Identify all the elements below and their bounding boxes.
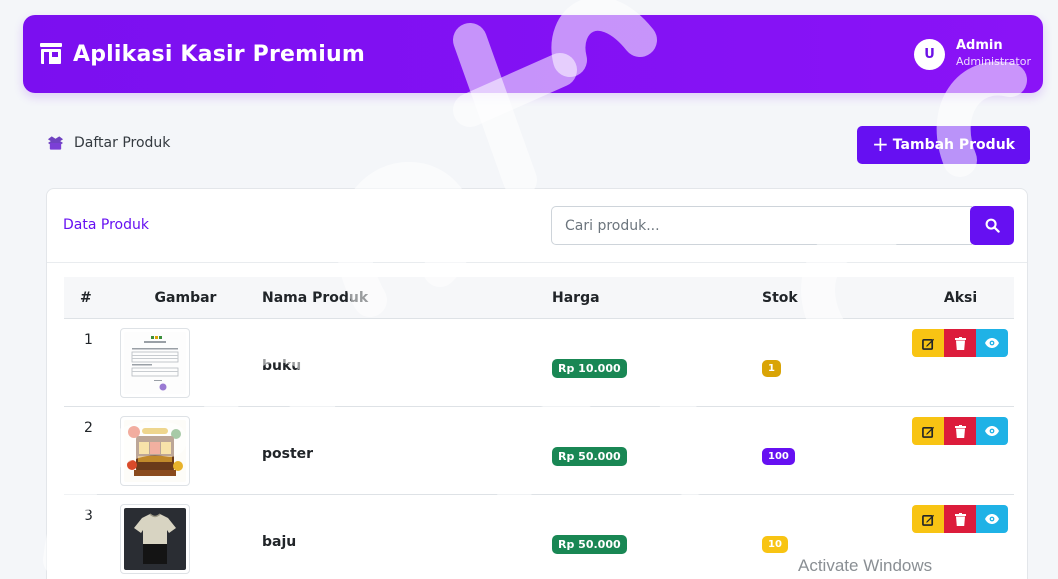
trash-icon	[954, 512, 966, 526]
view-button[interactable]	[976, 329, 1008, 357]
card-header: Data Produk	[47, 189, 1027, 263]
header-actions: Aksi	[943, 289, 978, 306]
price-cell: Rp 10.000	[552, 319, 762, 406]
edit-button[interactable]	[912, 417, 944, 445]
header-stock: Stok	[762, 289, 798, 306]
document-thumbnail	[124, 332, 186, 394]
user-name: Admin	[956, 38, 1003, 54]
product-thumbnail[interactable]	[120, 416, 190, 486]
add-product-label: Tambah Produk	[892, 137, 1015, 153]
price-badge: Rp 10.000	[552, 359, 627, 378]
delete-button[interactable]	[944, 505, 976, 533]
stock-badge: 10	[762, 536, 788, 553]
eye-icon	[985, 426, 999, 436]
stock-badge: 100	[762, 448, 795, 465]
add-product-button[interactable]: + Tambah Produk	[857, 126, 1030, 164]
avatar[interactable]: U	[914, 38, 945, 70]
product-thumbnail[interactable]	[120, 504, 190, 574]
row-number: 2	[84, 420, 93, 436]
search-icon	[985, 218, 1000, 233]
table-row: 2 poster Rp 50.000 100	[64, 407, 1014, 495]
tshirt-thumbnail	[124, 508, 186, 570]
edit-button[interactable]	[912, 329, 944, 357]
store-icon	[40, 43, 62, 64]
breadcrumb-label: Daftar Produk	[74, 135, 171, 151]
row-number: 3	[84, 508, 93, 524]
app-title: Aplikasi Kasir Premium	[73, 41, 366, 67]
eye-icon	[985, 514, 999, 524]
header-no: #	[80, 289, 92, 306]
activate-windows-watermark: Activate Windows	[798, 556, 933, 575]
card-title: Data Produk	[63, 217, 149, 233]
product-name: baju	[262, 533, 297, 550]
search-button[interactable]	[970, 206, 1014, 245]
row-number: 1	[84, 332, 93, 348]
user-meta: Admin Administrator	[956, 38, 1031, 69]
breadcrumb: Daftar Produk	[47, 135, 170, 151]
header-image: Gambar	[154, 289, 217, 306]
view-button[interactable]	[976, 417, 1008, 445]
trash-icon	[954, 336, 966, 350]
row-image-cell	[109, 495, 262, 579]
plus-icon: +	[872, 132, 889, 156]
product-table: # Gambar Nama Produk Harga Stok Aksi 1 b…	[64, 277, 1014, 579]
table-row: 1 buku Rp 10.000 1	[64, 319, 1014, 407]
poster-thumbnail	[124, 420, 186, 482]
edit-button[interactable]	[912, 505, 944, 533]
product-name: buku	[262, 357, 302, 374]
search-input[interactable]	[551, 206, 972, 245]
trash-icon	[954, 424, 966, 438]
delete-button[interactable]	[944, 417, 976, 445]
price-badge: Rp 50.000	[552, 535, 627, 554]
row-image-cell	[109, 407, 262, 494]
delete-button[interactable]	[944, 329, 976, 357]
header-price: Harga	[552, 289, 600, 306]
stock-cell: 1	[762, 319, 907, 406]
actions-cell	[907, 407, 1014, 494]
price-badge: Rp 50.000	[552, 447, 627, 466]
actions-cell	[907, 319, 1014, 406]
user-menu[interactable]: U Admin Administrator	[914, 38, 1031, 70]
price-cell: Rp 50.000	[552, 407, 762, 494]
product-name: poster	[262, 445, 314, 462]
table-header: # Gambar Nama Produk Harga Stok Aksi	[64, 277, 1014, 319]
stock-cell: 100	[762, 407, 907, 494]
edit-icon	[921, 426, 934, 438]
edit-icon	[921, 514, 934, 526]
eye-icon	[985, 338, 999, 348]
box-open-icon	[47, 136, 64, 150]
price-cell: Rp 50.000	[552, 495, 762, 579]
edit-icon	[921, 338, 934, 350]
brand[interactable]: Aplikasi Kasir Premium	[39, 42, 365, 67]
product-thumbnail[interactable]	[120, 328, 190, 398]
view-button[interactable]	[976, 505, 1008, 533]
header-name: Nama Produk	[262, 289, 369, 306]
user-role: Administrator	[956, 55, 1031, 69]
app-header: Aplikasi Kasir Premium U Admin Administr…	[23, 15, 1043, 93]
product-card: Data Produk # Gambar Nama Produk Harga S…	[46, 188, 1028, 579]
row-image-cell	[109, 319, 262, 406]
stock-badge: 1	[762, 360, 781, 377]
